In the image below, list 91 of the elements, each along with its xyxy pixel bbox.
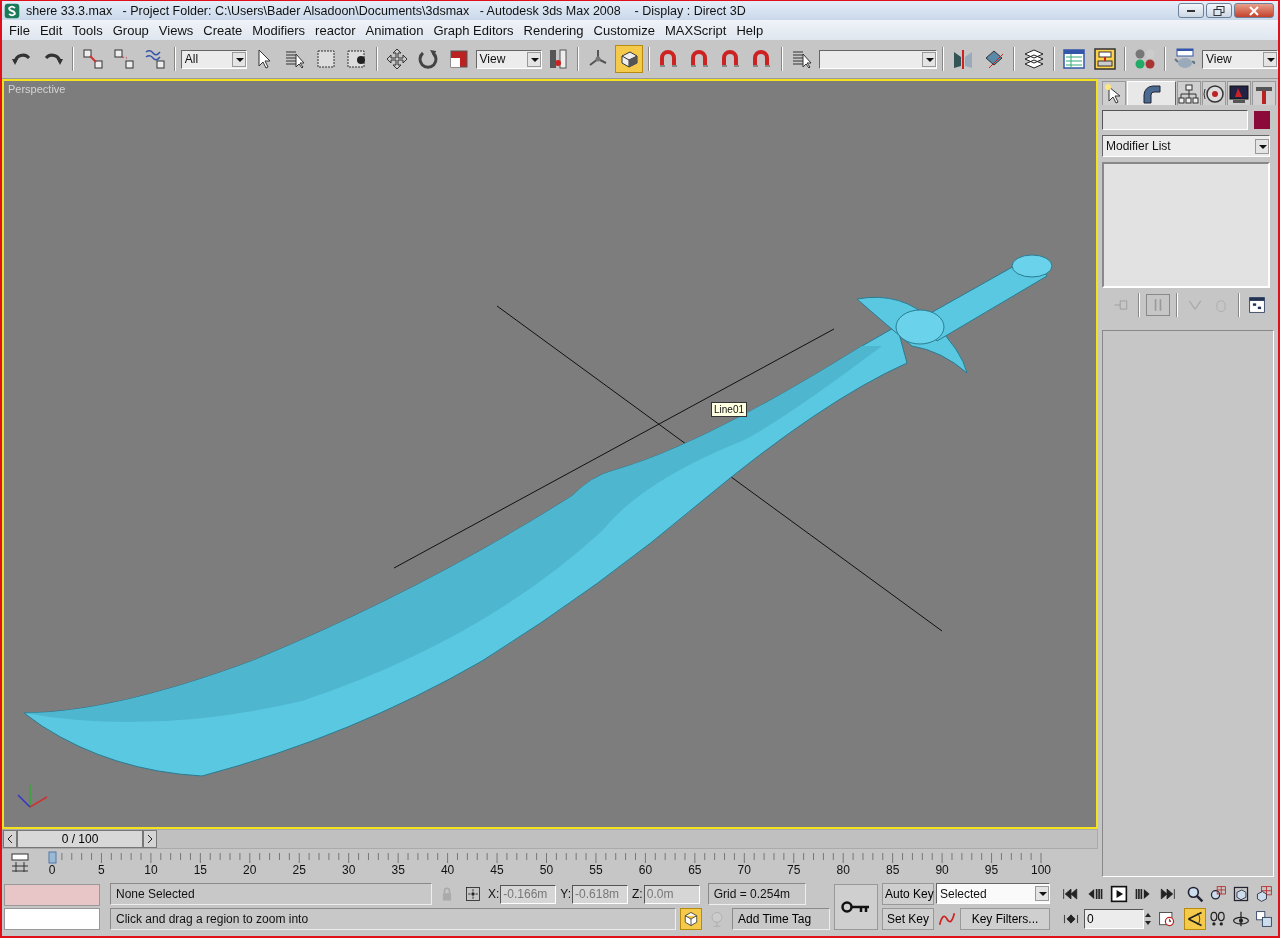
modifier-list-dropdown[interactable]: Modifier List	[1102, 135, 1270, 157]
menu-item[interactable]: MAXScript	[660, 22, 732, 38]
frame-number: 10	[144, 862, 158, 877]
maximize-viewport-icon[interactable]	[1253, 908, 1275, 930]
add-time-tag-button[interactable]: Add Time Tag	[732, 908, 830, 930]
command-panel-tab[interactable]	[1227, 81, 1251, 105]
minimize-icon	[1186, 9, 1196, 12]
restore-button[interactable]	[1206, 3, 1232, 18]
y-label: Y:	[560, 887, 572, 901]
frame-number: 45	[490, 862, 504, 877]
minimize-button[interactable]	[1178, 3, 1204, 18]
frame-number: 5	[98, 862, 105, 877]
curved-pipe-icon	[1140, 82, 1163, 105]
restore-icon	[1213, 5, 1225, 16]
frame-number: 75	[787, 862, 801, 877]
menu-item[interactable]: Edit	[34, 22, 68, 38]
time-slider-thumb[interactable]: 0 / 100	[17, 830, 143, 849]
configure-sets-icon[interactable]	[1246, 294, 1268, 316]
frame-number: 50	[539, 862, 554, 877]
menu-item[interactable]: Customize	[588, 22, 660, 38]
frame-number: 60	[638, 862, 653, 877]
frame-number: 70	[737, 862, 751, 877]
z-label: Z:	[632, 887, 643, 901]
next-frame-button[interactable]	[143, 830, 157, 849]
menu-item[interactable]: reactor	[310, 22, 361, 38]
key-mode-dropdown[interactable]: Selected	[936, 883, 1050, 904]
previous-frame-button[interactable]	[3, 830, 17, 849]
frame-number: 100	[1031, 862, 1051, 877]
schematic-view-icon[interactable]	[1091, 45, 1119, 73]
frame-number: 80	[836, 862, 850, 877]
adaptive-degradation-toggle[interactable]	[680, 908, 702, 930]
play-icon[interactable]	[1108, 883, 1130, 905]
caret-right-icon	[147, 834, 153, 845]
monitor-icon	[1228, 82, 1250, 105]
command-panel-tab[interactable]	[1252, 81, 1276, 105]
set-keys-button[interactable]	[834, 883, 878, 930]
close-icon	[1249, 5, 1259, 16]
menu-item[interactable]: File	[4, 22, 35, 38]
frame-number: 90	[935, 862, 949, 877]
object-name-field[interactable]	[1102, 110, 1248, 130]
named-selection-dropdown[interactable]	[819, 49, 938, 69]
hierarchy-icon	[1178, 82, 1200, 105]
menu-item[interactable]: Modifiers	[247, 22, 311, 38]
maxscript-listener-field[interactable]	[4, 883, 100, 906]
current-frame-marker	[48, 851, 57, 864]
menu-item[interactable]: Help	[731, 22, 769, 38]
wheel-icon	[1203, 82, 1225, 105]
command-panel-tab[interactable]	[1102, 81, 1126, 105]
frame-number: 95	[984, 862, 999, 877]
key-icon	[841, 899, 871, 914]
x-label: X:	[488, 887, 500, 901]
menu-item[interactable]: Graph Editors	[428, 22, 519, 38]
frame-number: 55	[589, 862, 603, 877]
app-icon[interactable]	[4, 2, 20, 19]
window-title: shere 33.3.max - Project Folder: C:\Users\Bader Alsadoon\Documents\3dsmax - Autodesk 3ds Max 2008 - Display : Direct 3D	[26, 3, 747, 18]
frame-number: 35	[391, 862, 405, 877]
menu-item[interactable]: Rendering	[518, 22, 589, 38]
set-key-button[interactable]: Set Key	[882, 908, 934, 930]
menu-item[interactable]: Tools	[67, 22, 108, 38]
frame-number: 65	[688, 862, 702, 877]
frame-number: 15	[193, 862, 208, 877]
selection-filter-dropdown[interactable]: All	[180, 49, 247, 69]
caret-left-icon	[7, 834, 13, 845]
object-tooltip: Line01	[711, 402, 748, 417]
key-filters-button[interactable]: Key Filters...	[960, 908, 1050, 930]
perspective-viewport[interactable]: Perspective Line01	[2, 79, 1098, 830]
modifier-stack-list[interactable]	[1102, 162, 1270, 288]
menu-item[interactable]: Group	[107, 22, 154, 38]
close-button[interactable]	[1234, 3, 1274, 18]
menu-item[interactable]: Views	[153, 22, 199, 38]
auto-key-button[interactable]: Auto Key	[882, 883, 934, 905]
menu-item[interactable]: Create	[198, 22, 248, 38]
maxscript-listener-field[interactable]	[4, 907, 100, 930]
keyboard-override-toggle[interactable]	[615, 45, 644, 73]
command-panel-tab[interactable]	[1177, 81, 1201, 105]
frame-number: 40	[440, 862, 455, 877]
axis-gizmo-drawing	[17, 784, 48, 808]
current-frame-field[interactable]: 0	[1084, 909, 1144, 929]
frame-number: 25	[292, 862, 306, 877]
command-panel-tab[interactable]	[1202, 81, 1226, 105]
frame-number: 30	[342, 862, 356, 877]
frame-number: 0	[48, 862, 56, 877]
selection-status: None Selected	[110, 883, 432, 905]
object-color-swatch[interactable]	[1254, 111, 1270, 129]
frame-number: 20	[243, 862, 257, 877]
render-view-dropdown[interactable]: View	[1201, 49, 1278, 69]
reference-coordinate-dropdown[interactable]: View	[475, 49, 542, 69]
frame-number: 85	[885, 862, 900, 877]
field-of-view-icon[interactable]	[1184, 908, 1206, 930]
grid-size-status: Grid = 0.254m	[707, 883, 806, 905]
menu-item[interactable]: Animation	[360, 22, 429, 38]
